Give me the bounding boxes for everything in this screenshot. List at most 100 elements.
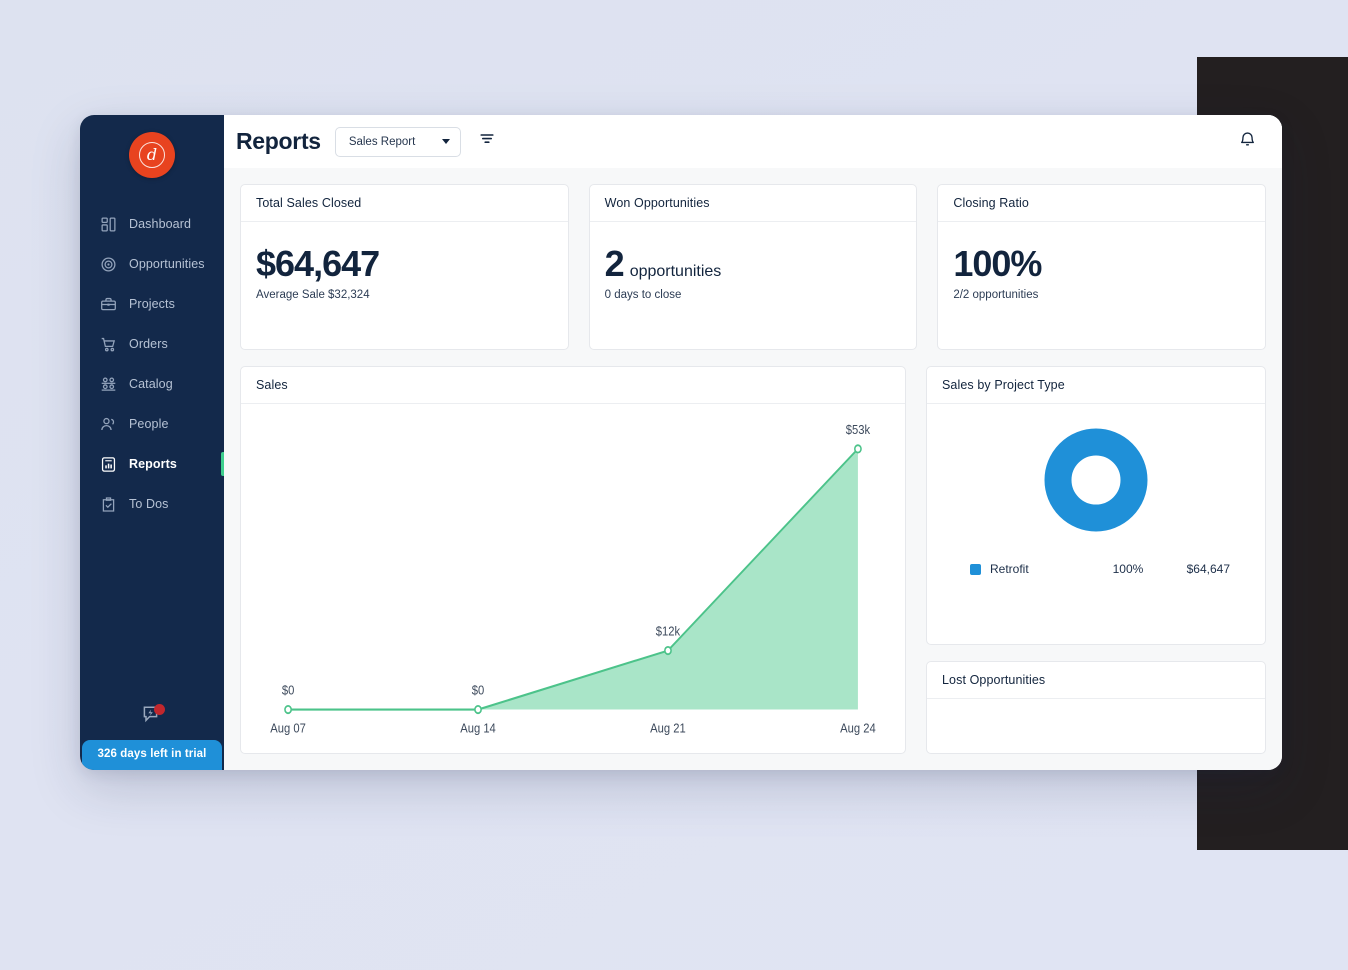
- kpi-card-won-opportunities: Won Opportunities 2 opportunities 0 days …: [588, 184, 918, 350]
- dashboard-icon: [100, 216, 117, 233]
- sidebar-item-label: Reports: [129, 457, 177, 471]
- x-axis-tick-label: Aug 24: [840, 721, 876, 736]
- x-axis-tick-label: Aug 07: [270, 721, 306, 736]
- charts-row: Sales $0 Aug 07 $0 Aug 14 $12k Aug 21 $53k Aug …: [240, 366, 1266, 754]
- main-area: Reports Sales Report Total Sales Closed …: [224, 115, 1282, 770]
- card-header: Total Sales Closed: [241, 185, 568, 222]
- legend-value: $64,647: [1186, 562, 1230, 576]
- data-point-label: $12k: [656, 624, 681, 639]
- brand-logo-glyph: d: [139, 142, 165, 168]
- card-title: Lost Opportunities: [942, 673, 1046, 687]
- sidebar-item-catalog[interactable]: Catalog: [80, 364, 224, 404]
- kpi-value-number: 2: [604, 243, 625, 284]
- card-header: Sales by Project Type: [927, 367, 1265, 404]
- sidebar-item-dashboard[interactable]: Dashboard: [80, 204, 224, 244]
- card-title: Closing Ratio: [953, 196, 1029, 210]
- card-body: 100% 2/2 opportunities: [938, 222, 1265, 349]
- card-title: Sales by Project Type: [942, 378, 1065, 392]
- card-body: [927, 699, 1265, 753]
- sidebar: d Dashboard Opportunities Projects Order…: [80, 115, 224, 770]
- x-axis-tick-label: Aug 14: [460, 721, 496, 736]
- content-area: Total Sales Closed $64,647 Average Sale …: [224, 168, 1282, 770]
- data-point[interactable]: [854, 444, 862, 454]
- sidebar-item-people[interactable]: People: [80, 404, 224, 444]
- sidebar-item-label: People: [129, 417, 169, 431]
- trial-banner[interactable]: 326 days left in trial: [82, 740, 222, 770]
- legend-percent: 100%: [1112, 562, 1144, 576]
- card-title: Won Opportunities: [604, 196, 710, 210]
- kpi-value-unit: opportunities: [629, 263, 722, 280]
- chevron-down-icon: [441, 139, 450, 144]
- card-header: Won Opportunities: [589, 185, 917, 222]
- logo[interactable]: d: [80, 115, 224, 196]
- card-title: Sales: [256, 378, 288, 392]
- target-icon: [100, 256, 117, 273]
- sales-area-chart[interactable]: $0 Aug 07 $0 Aug 14 $12k Aug 21 $53k Aug 24: [251, 410, 895, 753]
- data-point[interactable]: [474, 704, 482, 715]
- report-type-select-value: Sales Report: [348, 135, 416, 148]
- report-type-select[interactable]: Sales Report: [334, 126, 461, 157]
- sidebar-footer: 326 days left in trial: [80, 704, 224, 770]
- filter-button[interactable]: [475, 130, 499, 154]
- card-body: Retrofit 100% $64,647: [927, 404, 1265, 644]
- sidebar-item-orders[interactable]: Orders: [80, 324, 224, 364]
- sidebar-item-label: To Dos: [129, 497, 169, 511]
- topbar: Reports Sales Report: [224, 115, 1282, 168]
- card-header: Sales: [241, 367, 905, 404]
- kpi-card-closing-ratio: Closing Ratio 100% 2/2 opportunities: [937, 184, 1266, 350]
- kpi-subtext: 2/2 opportunities: [953, 288, 1039, 301]
- kpi-value: 2 opportunities: [605, 244, 902, 284]
- card-body: $0 Aug 07 $0 Aug 14 $12k Aug 21 $53k Aug 24: [241, 404, 905, 753]
- cart-icon: [100, 336, 117, 353]
- sidebar-item-reports[interactable]: Reports: [80, 444, 224, 484]
- report-icon: [100, 456, 117, 473]
- sidebar-item-label: Dashboard: [129, 217, 192, 231]
- sales-chart-card: Sales $0 Aug 07 $0 Aug 14 $12k Aug 21 $53k Aug …: [240, 366, 906, 754]
- kpi-row: Total Sales Closed $64,647 Average Sale …: [240, 184, 1266, 350]
- bell-icon: [1238, 130, 1257, 154]
- clipboard-check-icon: [100, 496, 117, 513]
- donut-chart[interactable]: [1044, 428, 1148, 532]
- kpi-card-total-sales-closed: Total Sales Closed $64,647 Average Sale …: [240, 184, 569, 350]
- lost-opportunities-card: Lost Opportunities: [926, 661, 1266, 754]
- chat-bolt-icon[interactable]: [80, 704, 224, 740]
- kpi-value-number: 100%: [953, 243, 1042, 284]
- sales-by-project-type-card: Sales by Project Type Retrofit 100% $64,…: [926, 366, 1266, 645]
- data-point-label: $53k: [846, 422, 871, 437]
- x-axis-tick-label: Aug 21: [650, 721, 686, 736]
- sidebar-nav-list: Dashboard Opportunities Projects Orders …: [80, 204, 224, 524]
- data-point[interactable]: [664, 645, 672, 656]
- card-body: 2 opportunities 0 days to close: [590, 222, 917, 349]
- people-icon: [100, 416, 117, 433]
- card-header: Lost Opportunities: [927, 662, 1265, 699]
- sidebar-item-label: Catalog: [129, 377, 173, 391]
- sidebar-item-opportunities[interactable]: Opportunities: [80, 244, 224, 284]
- kpi-value-number: $64,647: [256, 243, 380, 284]
- sidebar-item-label: Projects: [129, 297, 175, 311]
- card-header: Closing Ratio: [938, 185, 1265, 222]
- kpi-subtext: 0 days to close: [604, 288, 682, 301]
- kpi-subtext: Average Sale $32,324: [256, 288, 370, 301]
- sidebar-item-label: Opportunities: [129, 257, 205, 271]
- data-point-label: $0: [472, 683, 485, 698]
- data-point[interactable]: [284, 704, 292, 715]
- card-title: Total Sales Closed: [256, 196, 362, 210]
- sidebar-item-projects[interactable]: Projects: [80, 284, 224, 324]
- right-column: Sales by Project Type Retrofit 100% $64,…: [926, 366, 1266, 754]
- donut-legend: Retrofit 100% $64,647: [942, 562, 1250, 576]
- filter-icon: [479, 131, 495, 152]
- area-fill: [288, 448, 858, 710]
- sidebar-item-to-dos[interactable]: To Dos: [80, 484, 224, 524]
- page-title: Reports: [236, 128, 321, 154]
- notifications-button[interactable]: [1234, 129, 1260, 155]
- donut-slice[interactable]: [1044, 428, 1148, 532]
- catalog-icon: [100, 376, 117, 393]
- briefcase-icon: [100, 296, 117, 313]
- data-point-label: $0: [282, 683, 295, 698]
- kpi-value: $64,647: [256, 244, 553, 284]
- sidebar-item-label: Orders: [129, 337, 168, 351]
- card-body: $64,647 Average Sale $32,324: [241, 222, 568, 349]
- legend-swatch: [970, 563, 981, 575]
- brand-logo-circle: d: [129, 132, 175, 178]
- sales-column: Sales $0 Aug 07 $0 Aug 14 $12k Aug 21 $53k Aug …: [240, 366, 906, 754]
